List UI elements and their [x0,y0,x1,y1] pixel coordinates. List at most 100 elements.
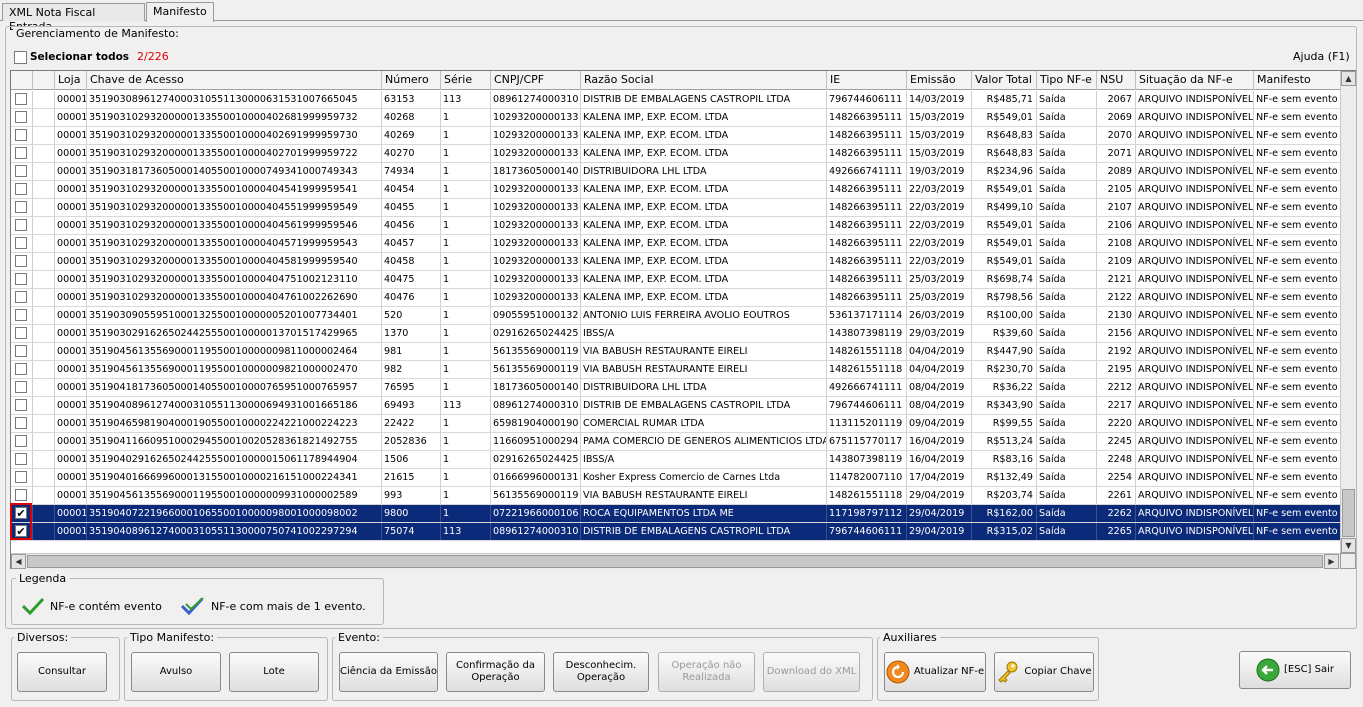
row-checkbox[interactable] [15,237,27,249]
row-checkbox[interactable] [15,219,27,231]
row-checkbox[interactable] [15,417,27,429]
select-all-checkbox[interactable] [14,50,27,64]
tab-manifesto[interactable]: Manifesto [146,2,214,22]
download-xml-button[interactable]: Download do XML [763,652,860,692]
table-row[interactable]: 00001 35190411660951000294550010020528361… [11,433,1341,451]
table-row[interactable]: 00001 35190310293200000133550010000402681… [11,109,1341,127]
table-row[interactable]: 00001 35190408961274000310551130000694931… [11,397,1341,415]
header-col-tipo-nfe[interactable]: Tipo NF-e [1037,71,1097,90]
table-row[interactable]: 00001 35190310293200000133550010000404561… [11,217,1341,235]
row-checkbox[interactable] [15,399,27,411]
operacao-nao-realizada-button[interactable]: Operação não Realizada [658,652,755,692]
row-checkbox[interactable] [15,471,27,483]
header-col-indicator[interactable] [33,71,55,90]
header-col-situacao[interactable]: Situação da NF-e [1136,71,1254,90]
cell-tipo: Saída [1037,397,1097,414]
copiar-chave-button[interactable]: Copiar Chave [994,652,1094,692]
header-col-loja[interactable]: Loja [55,71,87,90]
row-checkbox[interactable] [15,201,27,213]
header-col-numero[interactable]: Número [382,71,441,90]
table-row[interactable]: ✔ 00001 3519040896127400031055113000075074… [11,523,1341,541]
header-col-emissao[interactable]: Emissão [907,71,972,90]
confirmacao-operacao-button[interactable]: Confirmação da Operação [446,652,545,692]
horizontal-scrollbar[interactable]: ◀ ▶ [11,553,1340,569]
header-col-cnpj-cpf[interactable]: CNPJ/CPF [491,71,581,90]
scroll-right-icon[interactable]: ▶ [1324,554,1339,569]
cell-numero: 40458 [382,253,441,270]
cell-nsu: 2067 [1097,91,1136,108]
table-row[interactable]: 00001 35190310293200000133550010000402691… [11,127,1341,145]
table-row[interactable]: ✔ 00001 3519040722196600010655001000009800… [11,505,1341,523]
row-checkbox[interactable] [15,435,27,447]
table-row[interactable]: 00001 35190402916265024425550010000015061… [11,451,1341,469]
scroll-up-icon[interactable]: ▲ [1341,71,1356,86]
consultar-button[interactable]: Consultar [17,652,107,692]
row-checkbox[interactable] [15,147,27,159]
table-row[interactable]: 00001 35190456135569000119550010000009811… [11,343,1341,361]
row-checkbox[interactable]: ✔ [15,507,27,519]
header-col-razao-social[interactable]: Razão Social [581,71,827,90]
row-checkbox[interactable] [15,381,27,393]
atualizar-nfe-button[interactable]: Atualizar NF-e [884,652,986,692]
cell-checkbox [11,361,33,378]
header-col-nsu[interactable]: NSU [1097,71,1136,90]
row-checkbox[interactable] [15,165,27,177]
ciencia-emissao-button[interactable]: Ciência da Emissão [339,652,438,692]
row-checkbox[interactable] [15,183,27,195]
row-checkbox[interactable] [15,129,27,141]
cell-checkbox [11,379,33,396]
avulso-button[interactable]: Avulso [131,652,221,692]
header-col-valor-total[interactable]: Valor Total [972,71,1037,90]
select-all[interactable]: Selecionar todos [14,50,129,64]
table-row[interactable]: 00001 35190302916265024425550010000013701… [11,325,1341,343]
row-checkbox[interactable]: ✔ [15,525,27,537]
table-row[interactable]: 00001 35190310293200000133550010000402701… [11,145,1341,163]
row-checkbox[interactable] [15,93,27,105]
row-checkbox[interactable] [15,489,27,501]
header-col-manifesto[interactable]: Manifesto [1254,71,1341,90]
vertical-scrollbar[interactable]: ▲ ▼ [1340,71,1356,553]
cell-numero: 2052836 [382,433,441,450]
table-row[interactable]: 00001 35190310293200000133550010000404761… [11,289,1341,307]
header-col-ie[interactable]: IE [827,71,907,90]
row-checkbox[interactable] [15,309,27,321]
row-checkbox[interactable] [15,255,27,267]
table-row[interactable]: 00001 35190310293200000133550010000404541… [11,181,1341,199]
lote-button[interactable]: Lote [229,652,319,692]
header-col-serie[interactable]: Série [441,71,491,90]
table-row[interactable]: 00001 35190310293200000133550010000404571… [11,235,1341,253]
scroll-thumb[interactable] [1342,489,1355,537]
cell-tipo: Saída [1037,91,1097,108]
row-checkbox[interactable] [15,453,27,465]
header-col-chave-acesso[interactable]: Chave de Acesso [87,71,382,90]
table-row[interactable]: 00001 35190418173605000140550010000765951… [11,379,1341,397]
row-checkbox[interactable] [15,345,27,357]
row-checkbox[interactable] [15,291,27,303]
table-row[interactable]: 00001 35190310293200000133550010000404581… [11,253,1341,271]
scroll-left-icon[interactable]: ◀ [11,554,26,569]
help-link[interactable]: Ajuda (F1) [1293,50,1350,63]
row-checkbox[interactable] [15,111,27,123]
scroll-down-icon[interactable]: ▼ [1341,538,1356,553]
table-row[interactable]: 00001 35190465981904000190550010000224221… [11,415,1341,433]
table-row[interactable]: 00001 35190456135569000119550010000009931… [11,487,1341,505]
group-diversos-title: Diversos: [14,631,72,644]
table-row[interactable]: 00001 35190308961274000310551130000631531… [11,91,1341,109]
header-col-checkbox[interactable] [11,71,33,90]
table-row[interactable]: 00001 35190401666996000131550010000216151… [11,469,1341,487]
table-row[interactable]: 00001 35190309055951000132550010000005201… [11,307,1341,325]
tab-xml-nota-fiscal-entrada[interactable]: XML Nota Fiscal Entrada [2,3,145,33]
row-checkbox[interactable] [15,363,27,375]
sair-button[interactable]: [ESC] Sair [1239,651,1351,689]
hscroll-thumb[interactable] [27,555,1323,568]
table-row[interactable]: 00001 35190310293200000133550010000404551… [11,199,1341,217]
table-row[interactable]: 00001 35190310293200000133550010000404751… [11,271,1341,289]
desconhecimento-operacao-button[interactable]: Desconhecim. Operação [553,652,649,692]
cell-chave: 3519031029320000013355001000040270199995… [87,145,382,162]
row-checkbox[interactable] [15,273,27,285]
cell-numero: 1370 [382,325,441,342]
cell-valor: R$447,90 [972,343,1037,360]
row-checkbox[interactable] [15,327,27,339]
table-row[interactable]: 00001 35190318173605000140550010000749341… [11,163,1341,181]
table-row[interactable]: 00001 35190456135569000119550010000009821… [11,361,1341,379]
